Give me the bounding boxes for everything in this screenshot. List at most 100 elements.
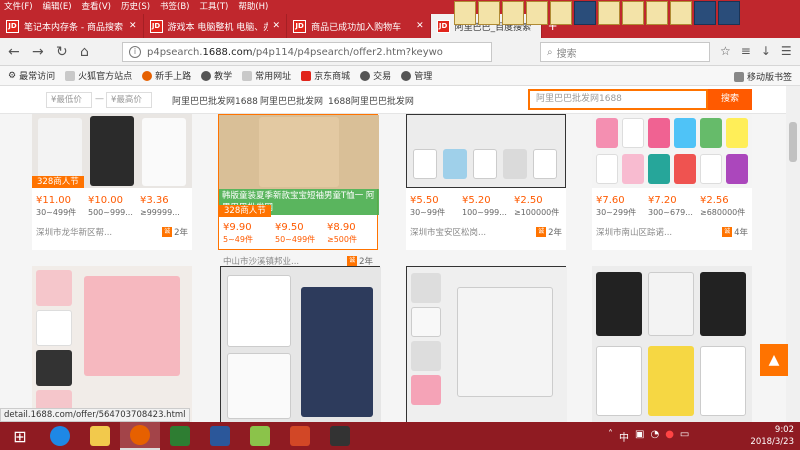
info-icon[interactable]: i xyxy=(129,46,141,58)
volume-icon[interactable]: ◔ xyxy=(650,429,659,444)
taskbar-app-green[interactable] xyxy=(160,422,200,450)
address-bar[interactable]: i p4psearch.1688.com/p4p114/p4psearch/of… xyxy=(122,42,492,62)
bookmark-star-icon[interactable]: ☆ xyxy=(720,44,731,58)
tool-11[interactable] xyxy=(694,1,716,25)
menu-help[interactable]: 帮助(H) xyxy=(238,0,268,14)
product-image[interactable] xyxy=(219,115,379,189)
price-value: ¥10.00 xyxy=(88,195,123,206)
menu-bookmarks[interactable]: 书签(B) xyxy=(160,0,189,14)
product-image[interactable] xyxy=(592,266,752,422)
product-card-7[interactable] xyxy=(406,266,567,422)
product-image[interactable] xyxy=(407,267,567,422)
seller-location[interactable]: 深圳市南山区踪诺... xyxy=(596,226,672,238)
menu-icon[interactable]: ☰ xyxy=(781,44,792,58)
tab-title: 笔记本内存条 - 商品搜索 - 京 xyxy=(24,22,124,33)
related-link-3[interactable]: 1688阿里巴巴批发网 xyxy=(328,94,414,107)
home-icon[interactable]: ⌂ xyxy=(80,43,89,61)
firefox-icon xyxy=(130,425,150,445)
reload-icon[interactable]: ↻ xyxy=(56,43,68,61)
product-image[interactable] xyxy=(221,267,381,422)
product-card-2[interactable]: 韩版童装夏季新款宝宝短袖男童T恤一 阿里巴巴批发网 328商人节 ¥9.905~… xyxy=(218,114,379,267)
notification-icon[interactable]: ▭ xyxy=(680,429,689,444)
tool-12[interactable] xyxy=(718,1,740,25)
menu-history[interactable]: 历史(S) xyxy=(121,0,150,14)
taskbar-firefox[interactable] xyxy=(120,422,160,450)
tool-4[interactable] xyxy=(526,1,548,25)
related-link-1[interactable]: 阿里巴巴批发网1688 xyxy=(172,94,258,107)
search-input[interactable]: ⌕ 搜索 xyxy=(540,42,710,62)
download-icon[interactable]: ↓ xyxy=(761,44,771,58)
close-icon[interactable]: ✕ xyxy=(416,21,424,31)
product-image[interactable] xyxy=(592,114,752,188)
bookmark-most-visited[interactable]: ⚙ 最常访问 xyxy=(8,69,55,83)
page-scrollbar[interactable] xyxy=(786,86,800,422)
max-price-input[interactable]: ¥最高价 xyxy=(106,92,152,108)
taskbar-ie[interactable] xyxy=(40,422,80,450)
system-tray: ˄ 中 ▣ ◔ ● ▭ xyxy=(608,429,689,444)
site-search-button[interactable]: 搜索 xyxy=(708,89,752,110)
mobile-icon xyxy=(733,71,744,82)
taskbar-explorer[interactable] xyxy=(80,422,120,450)
site-search-input[interactable]: 阿里巴巴批发网1688 xyxy=(528,89,708,110)
tool-9[interactable] xyxy=(646,1,668,25)
product-card-3[interactable]: ¥5.50 30~99件 ¥5.20 100~999... ¥2.50 ≥100000… xyxy=(406,114,566,250)
back-to-top-button[interactable]: ▲ xyxy=(760,344,788,376)
tool-10[interactable] xyxy=(670,1,692,25)
taskbar-app-3[interactable] xyxy=(320,422,360,450)
ime-indicator[interactable]: 中 xyxy=(619,429,629,444)
network-icon[interactable]: ▣ xyxy=(635,429,644,444)
bookmark-common[interactable]: 常用网址 xyxy=(242,69,291,82)
tool-3[interactable] xyxy=(502,1,524,25)
bookmark-teaching[interactable]: 教学 xyxy=(201,69,232,82)
menu-tools[interactable]: 工具(T) xyxy=(200,0,229,14)
product-card-1[interactable]: 328商人节 ¥11.00 30~499件 ¥10.00 500~999... ¥3… xyxy=(32,114,192,250)
bookmark-manage[interactable]: 管理 xyxy=(401,69,432,82)
tab-1[interactable]: JD 笔记本内存条 - 商品搜索 - 京 ✕ xyxy=(0,14,144,38)
chevron-up-icon[interactable]: ˄ xyxy=(608,429,613,444)
bookmark-firefox[interactable]: 火狐官方站点 xyxy=(65,69,132,82)
tab-3[interactable]: JD 商品已成功加入购物车 ✕ xyxy=(287,14,431,38)
folder-icon xyxy=(65,70,76,81)
tool-2[interactable] xyxy=(478,1,500,25)
taskbar-powerpoint[interactable] xyxy=(280,422,320,450)
min-price-input[interactable]: ¥最低价 xyxy=(46,92,92,108)
scroll-thumb[interactable] xyxy=(789,122,797,162)
seller-location[interactable]: 深圳市龙华新区帮... xyxy=(36,226,112,238)
menu-edit[interactable]: 编辑(E) xyxy=(43,0,72,14)
bookmark-jd[interactable]: 京东商城 xyxy=(301,69,350,82)
product-image[interactable] xyxy=(406,114,566,188)
start-button[interactable]: ⊞ xyxy=(0,422,40,450)
menu-view[interactable]: 查看(V) xyxy=(82,0,111,14)
product-image[interactable] xyxy=(32,266,192,422)
taskbar-app-2[interactable] xyxy=(240,422,280,450)
library-icon[interactable]: ≡ xyxy=(741,44,751,58)
back-icon[interactable]: ← xyxy=(8,43,20,61)
bookmark-trade[interactable]: 交易 xyxy=(360,69,391,82)
bookmark-newbie[interactable]: 新手上路 xyxy=(142,69,191,82)
tool-1[interactable] xyxy=(454,1,476,25)
price-value: ¥5.20 xyxy=(462,195,491,206)
tool-8[interactable] xyxy=(622,1,644,25)
seller-location[interactable]: 深圳市宝安区松岗... xyxy=(410,226,486,238)
tool-6[interactable] xyxy=(574,1,596,25)
app-icon xyxy=(170,426,190,446)
tool-5[interactable] xyxy=(550,1,572,25)
app-icon xyxy=(250,426,270,446)
product-card-6[interactable] xyxy=(220,266,381,422)
related-link-2[interactable]: 阿里巴巴批发网 xyxy=(260,94,323,107)
bookmark-mobile[interactable]: 移动版书签 xyxy=(733,70,792,83)
taskbar-clock[interactable]: 9:02 2018/3/23 xyxy=(750,424,794,448)
product-card-8[interactable] xyxy=(592,266,752,422)
product-card-4[interactable]: ¥7.60 30~299件 ¥7.20 300~679... ¥2.56 ≥68000… xyxy=(592,114,752,250)
record-icon[interactable]: ● xyxy=(665,429,674,444)
taskbar-word[interactable] xyxy=(200,422,240,450)
tool-7[interactable] xyxy=(598,1,620,25)
close-icon[interactable]: ✕ xyxy=(273,21,281,31)
menu-file[interactable]: 文件(F) xyxy=(4,0,33,14)
close-icon[interactable]: ✕ xyxy=(129,21,137,31)
forward-icon[interactable]: → xyxy=(32,43,44,61)
jd-icon: JD xyxy=(436,19,450,33)
product-card-5[interactable] xyxy=(32,266,192,422)
seller-years: 诚 2年 xyxy=(536,227,562,238)
tab-2[interactable]: JD 游戏本 电脑整机 电脑、办公 ✕ xyxy=(144,14,288,38)
